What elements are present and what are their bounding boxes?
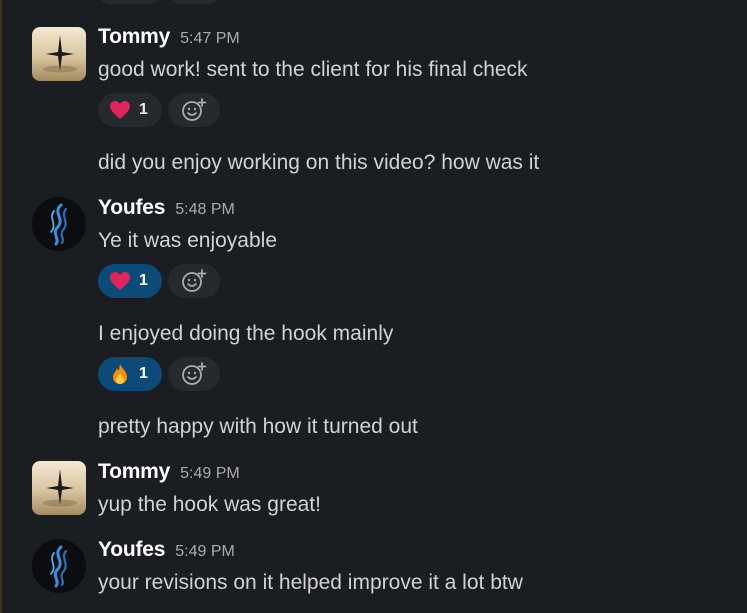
author-name[interactable]: Youfes: [98, 538, 165, 562]
add-emoji-icon: [182, 362, 207, 385]
tommy-avatar-image: [32, 27, 86, 81]
timestamp[interactable]: 5:49 PM: [180, 465, 240, 483]
reaction-bar: 1: [98, 264, 220, 298]
add-emoji-icon: [182, 269, 207, 292]
message-header: Youfes 5:48 PM: [98, 196, 235, 222]
youfes-avatar-image: [32, 539, 86, 593]
add-reaction-button[interactable]: [168, 357, 220, 391]
message-header: Tommy 5:47 PM: [98, 25, 240, 51]
youfes-avatar-image: [32, 197, 86, 251]
reaction-fire[interactable]: 1: [98, 357, 162, 391]
reaction-bar: 1: [98, 357, 220, 391]
heart-emoji-icon: [109, 270, 131, 292]
message-text: good work! sent to the client for his fi…: [98, 58, 528, 81]
add-reaction-button[interactable]: [168, 93, 220, 127]
add-emoji-icon: [182, 98, 207, 121]
timestamp[interactable]: 5:48 PM: [175, 201, 235, 219]
message-header: Tommy 5:49 PM: [98, 460, 240, 486]
tommy-avatar-image: [32, 461, 86, 515]
author-name[interactable]: Tommy: [98, 25, 170, 49]
reaction-count: 1: [139, 272, 148, 289]
fire-emoji-icon: [109, 363, 131, 385]
reaction-bar: 1: [98, 93, 220, 127]
author-name[interactable]: Youfes: [98, 196, 165, 220]
timestamp[interactable]: 5:49 PM: [175, 543, 235, 561]
timestamp[interactable]: 5:47 PM: [180, 30, 240, 48]
message-header: Youfes 5:49 PM: [98, 538, 235, 564]
message-text: I enjoyed doing the hook mainly: [98, 322, 394, 345]
reaction-count: 1: [139, 365, 148, 382]
message-text: did you enjoy working on this video? how…: [98, 151, 540, 174]
avatar-tommy[interactable]: [32, 461, 86, 515]
reaction-heart[interactable]: 1: [98, 264, 162, 298]
reaction-heart[interactable]: 1: [98, 93, 162, 127]
message-text: pretty happy with how it turned out: [98, 415, 418, 438]
avatar-youfes[interactable]: [32, 197, 86, 251]
avatar-tommy[interactable]: [32, 27, 86, 81]
heart-emoji-icon: [109, 99, 131, 121]
add-reaction-button[interactable]: [168, 264, 220, 298]
message-text: your revisions on it helped improve it a…: [98, 571, 523, 594]
author-name[interactable]: Tommy: [98, 460, 170, 484]
avatar-youfes[interactable]: [32, 539, 86, 593]
clipped-add-reaction-pill[interactable]: [168, 0, 220, 4]
clipped-reaction-pill[interactable]: [98, 0, 162, 4]
message-text: Ye it was enjoyable: [98, 229, 278, 252]
reaction-count: 1: [139, 101, 148, 118]
message-text: yup the hook was great!: [98, 493, 321, 516]
pane-edge: [0, 0, 2, 613]
